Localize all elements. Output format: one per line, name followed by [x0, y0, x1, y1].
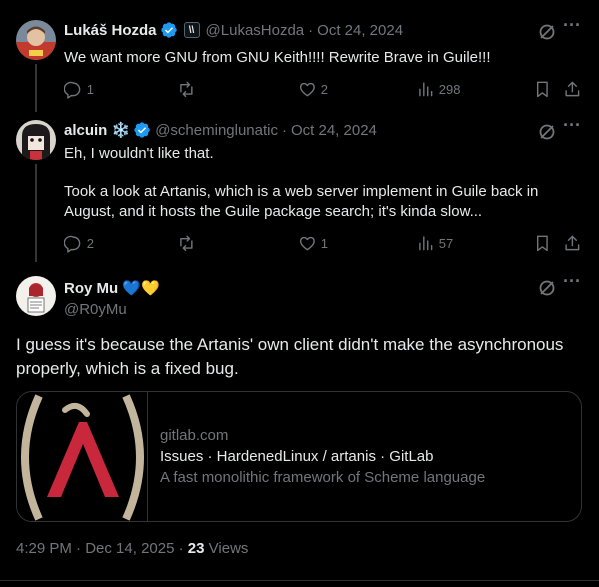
card-description: A fast monolithic framework of Scheme la… — [160, 469, 486, 486]
like-count: 2 — [320, 81, 328, 97]
bookmark-button[interactable] — [533, 234, 552, 253]
post-handle-row: @R0yMu — [64, 299, 127, 319]
repost-button[interactable] — [177, 234, 200, 253]
views-icon — [419, 236, 433, 251]
reply-button[interactable]: 1 — [64, 80, 94, 99]
reply-post-1[interactable]: Lukáš Hozda \\ @LukasHozda · Oct 24, 202… — [0, 16, 599, 110]
post-text-line2: Took a look at Artanis, which is a web s… — [64, 183, 539, 220]
like-button[interactable]: 1 — [298, 234, 328, 253]
avatar[interactable] — [16, 120, 56, 160]
views-count[interactable]: 23 — [188, 540, 205, 557]
post-header: Roy Mu 💙💛 — [64, 278, 160, 298]
separator-dot: · — [282, 121, 287, 139]
grok-icon[interactable] — [537, 278, 557, 298]
views-label: Views — [208, 540, 249, 557]
heart-icon — [299, 82, 315, 97]
views-button[interactable]: 298 — [416, 80, 460, 99]
artanis-logo — [17, 392, 148, 521]
reply-count: 2 — [86, 235, 94, 251]
affiliate-badge[interactable]: \\ — [183, 22, 200, 38]
reply-icon — [64, 81, 81, 99]
action-bar: 1 2 298 — [64, 80, 586, 100]
more-icon[interactable]: ··· — [562, 116, 582, 140]
post-header: alcuin ❄️ @scheminglunatic · Oct 24, 202… — [64, 120, 377, 140]
action-bar: 2 1 57 — [64, 234, 586, 254]
card-info: gitlab.com Issues · HardenedLinux / arta… — [148, 392, 485, 521]
avatar[interactable] — [16, 276, 56, 316]
author-handle[interactable]: @scheminglunatic — [155, 122, 278, 139]
bookmark-button[interactable] — [533, 80, 552, 99]
share-icon — [565, 81, 580, 97]
meta-separator: · — [178, 540, 188, 557]
author-handle[interactable]: @LukasHozda — [206, 22, 305, 39]
author-name[interactable]: Lukáš Hozda — [64, 22, 157, 39]
more-icon[interactable]: ··· — [562, 272, 582, 296]
author-handle[interactable]: @R0yMu — [64, 301, 127, 318]
grok-icon[interactable] — [537, 22, 557, 42]
heart-icon — [299, 236, 315, 251]
views-icon — [419, 82, 433, 97]
verified-icon — [134, 122, 150, 138]
grok-icon[interactable] — [537, 122, 557, 142]
post-time[interactable]: 4:29 PM — [16, 540, 72, 557]
separator-dot: · — [308, 21, 314, 39]
post-header: Lukáš Hozda \\ @LukasHozda · Oct 24, 202… — [64, 20, 403, 40]
post-full-date[interactable]: Dec 14, 2025 — [85, 540, 174, 557]
thread-line — [35, 164, 37, 262]
verified-icon — [160, 22, 177, 38]
post-text: We want more GNU from GNU Keith!!!! Rewr… — [64, 49, 491, 66]
post-meta: 4:29 PM · Dec 14, 2025 · 23 Views — [16, 540, 248, 557]
repost-icon — [180, 235, 193, 252]
card-title: Issues · HardenedLinux / artanis · GitLa… — [160, 448, 434, 465]
meta-separator: · — [76, 540, 86, 557]
reply-post-2[interactable]: alcuin ❄️ @scheminglunatic · Oct 24, 202… — [0, 116, 599, 260]
post-text: I guess it's because the Artanis' own cl… — [16, 335, 564, 378]
post-date[interactable]: Oct 24, 2024 — [317, 22, 403, 39]
reply-button[interactable]: 2 — [64, 234, 94, 253]
card-domain: gitlab.com — [160, 427, 229, 444]
more-icon[interactable]: ··· — [562, 16, 582, 40]
divider — [0, 580, 599, 581]
repost-button[interactable] — [177, 80, 200, 99]
thread-line — [35, 64, 37, 112]
avatar[interactable] — [16, 20, 56, 60]
post-date[interactable]: Oct 24, 2024 — [291, 122, 377, 139]
views-count: 57 — [438, 235, 454, 251]
post-text-line1: Eh, I wouldn't like that. — [64, 145, 214, 162]
reply-icon — [64, 235, 81, 253]
reply-count: 1 — [86, 81, 94, 97]
repost-icon — [180, 81, 193, 98]
bookmark-icon — [536, 235, 548, 252]
like-count: 1 — [320, 235, 328, 251]
views-count: 298 — [438, 81, 461, 97]
author-name[interactable]: alcuin ❄️ — [64, 121, 130, 139]
share-button[interactable] — [563, 80, 582, 99]
bookmark-icon — [536, 81, 548, 98]
share-icon — [565, 235, 580, 251]
views-button[interactable]: 57 — [416, 234, 453, 253]
author-name[interactable]: Roy Mu 💙💛 — [64, 279, 160, 297]
link-card[interactable]: gitlab.com Issues · HardenedLinux / arta… — [16, 391, 582, 522]
share-button[interactable] — [563, 234, 582, 253]
like-button[interactable]: 2 — [298, 80, 328, 99]
